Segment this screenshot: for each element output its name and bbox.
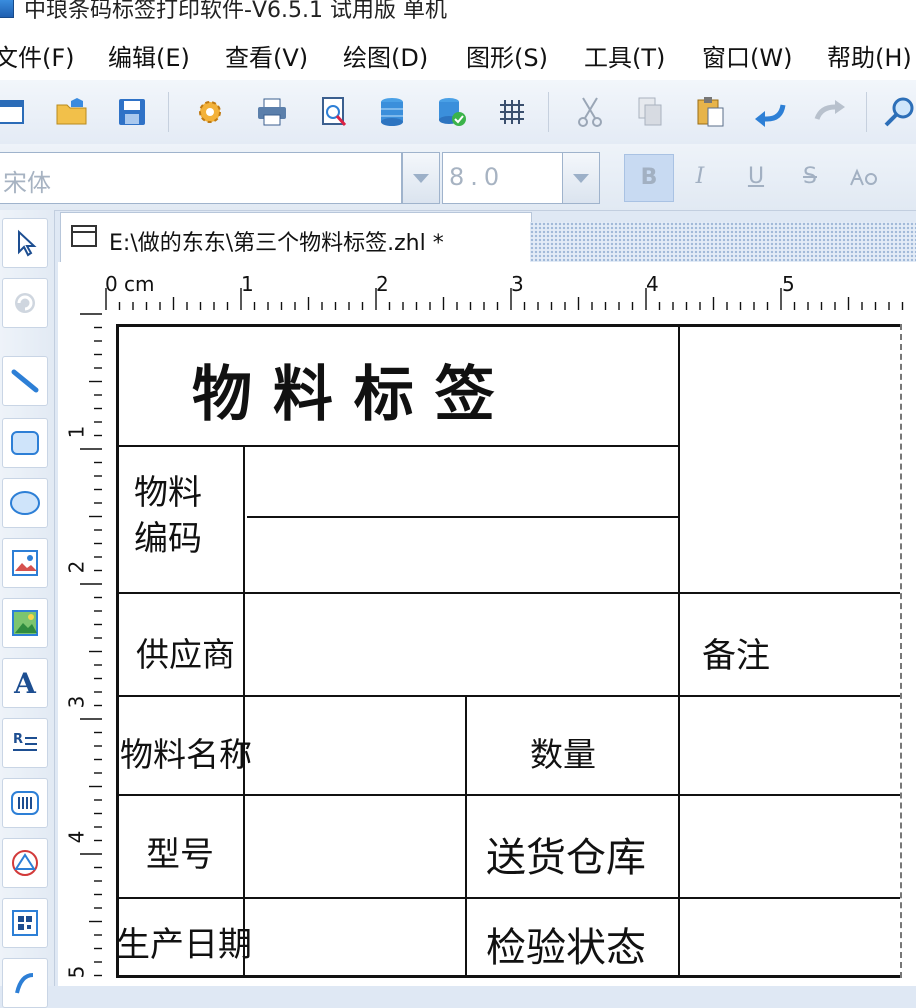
- print-preview-icon[interactable]: [316, 94, 352, 130]
- drawing-toolbox: A R: [0, 210, 55, 1008]
- grid-line[interactable]: [116, 592, 900, 594]
- label-material-code-line2[interactable]: 编码: [134, 511, 202, 560]
- document-tab[interactable]: E:\做的东东\第三个物料标签.zhl *: [60, 212, 532, 263]
- ruler-v-label-4: 4: [64, 830, 89, 844]
- label-material-code-line1[interactable]: 物料: [134, 465, 202, 514]
- italic-button[interactable]: I: [676, 154, 724, 200]
- ruler-h-label-0: 0: [105, 272, 118, 296]
- grid-line[interactable]: [116, 897, 900, 899]
- grid-line[interactable]: [247, 516, 678, 518]
- label-inspection-status[interactable]: 检验状态: [486, 915, 646, 973]
- qrcode-tool-icon[interactable]: [2, 898, 48, 948]
- ruler-v-label-3: 3: [64, 695, 89, 709]
- paste-icon[interactable]: [692, 94, 728, 130]
- grid-line[interactable]: [116, 445, 678, 447]
- underline-button[interactable]: U: [732, 154, 780, 200]
- barcode-tool-icon[interactable]: [2, 778, 48, 828]
- menu-tools[interactable]: 工具(T): [584, 38, 665, 73]
- font-size-select[interactable]: 8.0: [442, 152, 564, 204]
- ellipse-tool-icon[interactable]: [2, 478, 48, 528]
- grid-line[interactable]: [116, 695, 900, 697]
- menu-help[interactable]: 帮助(H): [827, 38, 912, 73]
- copy-icon[interactable]: [632, 94, 668, 130]
- undo-icon[interactable]: [752, 94, 788, 130]
- grid-line[interactable]: [243, 445, 245, 978]
- vertical-ruler[interactable]: 1 2 3 4 5: [58, 310, 103, 986]
- save-icon[interactable]: [114, 94, 150, 130]
- menu-edit[interactable]: 编辑(E): [108, 38, 190, 73]
- document-window-icon: [71, 225, 97, 247]
- ruler-h-label-4: 4: [646, 272, 659, 296]
- bold-button[interactable]: B: [624, 154, 674, 202]
- ruler-corner: [58, 262, 102, 310]
- open-folder-icon[interactable]: [54, 94, 90, 130]
- menu-shape[interactable]: 图形(S): [466, 38, 548, 73]
- main-toolbar: [0, 80, 916, 145]
- font-name-value: 宋体: [3, 169, 51, 197]
- cut-icon[interactable]: [572, 94, 608, 130]
- document-tab-title: E:\做的东东\第三个物料标签.zhl *: [109, 231, 444, 256]
- text-tool-icon[interactable]: A: [2, 658, 48, 708]
- label-edge-guide: [900, 324, 902, 978]
- font-name-dropdown-icon[interactable]: [402, 152, 440, 204]
- ruler-h-unit: cm: [124, 272, 155, 296]
- print-icon[interactable]: [254, 94, 290, 130]
- picture-tool-icon[interactable]: [2, 598, 48, 648]
- select-pointer-icon[interactable]: [2, 218, 48, 268]
- menu-view[interactable]: 查看(V): [225, 38, 308, 73]
- database-connect-icon[interactable]: [434, 94, 470, 130]
- title-bar: 中琅条码标签打印软件-V6.5.1 试用版 单机: [0, 0, 916, 24]
- ruler-v-label-1: 1: [64, 425, 89, 439]
- window-title: 中琅条码标签打印软件-V6.5.1 试用版 单机: [24, 0, 447, 23]
- grid-line[interactable]: [678, 324, 680, 978]
- redo-icon[interactable]: [812, 94, 848, 130]
- grid-icon[interactable]: [494, 94, 530, 130]
- menu-bar: 文件(F) 编辑(E) 查看(V) 绘图(D) 图形(S) 工具(T) 窗口(W…: [0, 24, 916, 80]
- design-workspace: 0 cm 1 2 3 4 5 1 2 3 4 5 物 料 标 签 物料 编码 供…: [58, 262, 916, 986]
- new-window-icon[interactable]: [0, 94, 28, 130]
- ruler-h-label-3: 3: [511, 272, 524, 296]
- rich-text-tool-icon[interactable]: R: [2, 718, 48, 768]
- strikethrough-button[interactable]: S: [786, 154, 834, 200]
- app-icon: [0, 0, 14, 18]
- ruler-v-label-2: 2: [64, 560, 89, 574]
- label-canvas[interactable]: 物 料 标 签 物料 编码 供应商 备注 物料名称 数量 型号 送货仓库 生产日…: [102, 310, 916, 986]
- label-material-name[interactable]: 物料名称: [120, 728, 252, 776]
- label-title[interactable]: 物 料 标 签: [192, 346, 495, 433]
- tab-strip-background: [530, 222, 916, 262]
- grid-line[interactable]: [465, 695, 467, 978]
- ruler-v-label-5: 5: [64, 965, 89, 979]
- line-tool-icon[interactable]: [2, 356, 48, 406]
- ruler-h-label-2: 2: [376, 272, 389, 296]
- font-size-dropdown-icon[interactable]: [562, 152, 600, 204]
- grid-line[interactable]: [116, 794, 900, 796]
- horizontal-ruler[interactable]: 0 cm 1 2 3 4 5: [102, 262, 916, 311]
- font-size-value: 8.0: [449, 163, 506, 191]
- font-toolbar: 宋体 8.0 B I U S: [0, 144, 916, 211]
- image-tool-icon[interactable]: [2, 538, 48, 588]
- label-quantity[interactable]: 数量: [530, 728, 596, 776]
- menu-draw[interactable]: 绘图(D): [343, 38, 428, 73]
- curve-tool-icon[interactable]: [2, 958, 48, 1008]
- database-icon[interactable]: [374, 94, 410, 130]
- shape-tool-icon[interactable]: [2, 838, 48, 888]
- label-supplier[interactable]: 供应商: [136, 628, 235, 676]
- label-warehouse[interactable]: 送货仓库: [486, 825, 646, 883]
- ruler-h-label-1: 1: [241, 272, 254, 296]
- svg-text:R: R: [13, 732, 23, 747]
- rectangle-tool-icon[interactable]: [2, 418, 48, 468]
- ruler-h-label-5: 5: [782, 272, 795, 296]
- label-remark[interactable]: 备注: [702, 628, 770, 677]
- label-model[interactable]: 型号: [146, 827, 214, 876]
- settings-gear-icon[interactable]: [192, 94, 228, 130]
- font-name-select[interactable]: 宋体: [0, 152, 402, 204]
- label-production-date[interactable]: 生产日期: [116, 917, 252, 966]
- menu-file[interactable]: 文件(F): [0, 38, 75, 73]
- menu-window[interactable]: 窗口(W): [702, 38, 792, 73]
- rotate-icon[interactable]: [2, 278, 48, 328]
- text-effect-icon[interactable]: [840, 154, 888, 200]
- zoom-icon[interactable]: [882, 94, 916, 130]
